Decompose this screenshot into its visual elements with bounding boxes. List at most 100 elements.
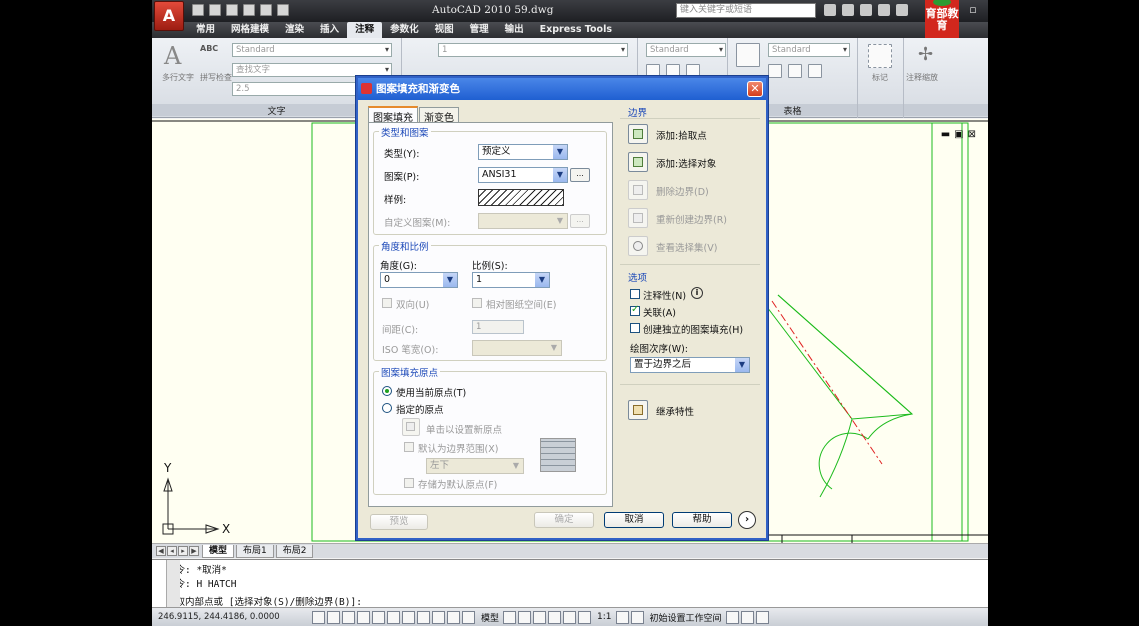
otrack-icon[interactable] <box>402 610 415 624</box>
pattern-browse-button[interactable]: ... <box>570 168 590 182</box>
add-pick-points-button[interactable] <box>628 124 648 144</box>
tab-manage[interactable]: 管理 <box>462 22 497 38</box>
specified-origin-radio[interactable] <box>382 403 392 413</box>
star-icon[interactable] <box>878 4 890 16</box>
table-extract-icon[interactable] <box>808 64 822 78</box>
dyn-icon[interactable] <box>432 610 445 624</box>
custom-browse-button[interactable]: ... <box>570 214 590 228</box>
add-select-objects-button[interactable] <box>628 152 648 172</box>
layout-icon[interactable] <box>503 610 517 624</box>
zoom-icon[interactable] <box>548 610 562 624</box>
restore-icon[interactable]: ▫ <box>966 3 980 17</box>
separate-hatches-checkbox[interactable] <box>630 323 640 333</box>
undo-icon[interactable] <box>243 4 255 16</box>
recreate-boundary-button[interactable] <box>628 208 648 228</box>
showmotion-icon[interactable] <box>578 610 592 624</box>
associative-checkbox[interactable] <box>630 304 640 316</box>
tab-annotate[interactable]: 注释 <box>347 22 383 38</box>
communication-icon[interactable] <box>842 4 854 16</box>
use-current-origin-radio[interactable] <box>382 386 392 396</box>
set-origin-button[interactable] <box>402 418 420 436</box>
search-input[interactable]: 键入关键字或短语 <box>676 3 816 18</box>
pan-icon[interactable] <box>533 610 547 624</box>
table-icon[interactable] <box>736 43 760 67</box>
grid-icon[interactable] <box>327 610 340 624</box>
quickview-icon[interactable] <box>518 610 532 624</box>
application-menu-button[interactable]: A <box>154 1 184 31</box>
tab-view[interactable]: 视图 <box>427 22 462 38</box>
annot-autoscale-icon[interactable] <box>630 610 644 624</box>
help-icon[interactable] <box>896 4 908 16</box>
extent-position-combo[interactable]: 左下 ▼ <box>426 458 524 474</box>
ortho-icon[interactable] <box>342 610 355 624</box>
iso-pen-combo[interactable]: ▼ <box>472 340 562 356</box>
text-style-combo[interactable]: Standard <box>232 43 392 57</box>
close-icon[interactable]: ✕ <box>747 81 763 97</box>
markup-icon[interactable] <box>868 44 892 68</box>
spell-check-icon[interactable]: ABC <box>200 44 218 53</box>
prev-layout-icon[interactable]: ◂ <box>167 546 177 556</box>
tab-model[interactable]: 模型 <box>202 544 235 558</box>
ducs-icon[interactable] <box>417 610 430 624</box>
last-layout-icon[interactable]: ▶ <box>189 546 199 556</box>
preview-button[interactable]: 预览 <box>370 514 428 530</box>
viewport-restore-icon[interactable]: ▣ <box>954 129 963 140</box>
annotative-checkbox[interactable] <box>630 289 640 299</box>
type-combo[interactable]: 预定义 ▼ <box>478 144 568 160</box>
clean-screen-icon[interactable] <box>755 610 769 624</box>
inherit-properties-button[interactable] <box>628 400 648 420</box>
default-extent-checkbox[interactable] <box>404 442 414 452</box>
scale-combo[interactable]: 1 ▼ <box>472 272 550 288</box>
qp-icon[interactable] <box>462 610 475 624</box>
annot-visibility-icon[interactable] <box>615 610 629 624</box>
table-link-icon[interactable] <box>788 64 802 78</box>
tools-icon[interactable] <box>860 4 872 16</box>
store-default-checkbox[interactable] <box>404 478 414 488</box>
polar-icon[interactable] <box>357 610 370 624</box>
dialog-title-bar[interactable]: 图案填充和渐变色 ✕ <box>358 78 766 100</box>
custom-pattern-combo[interactable]: ▼ <box>478 213 568 229</box>
annotation-scale[interactable]: 1:1 <box>597 612 611 622</box>
viewport-minimize-icon[interactable]: ▬ <box>941 129 950 140</box>
cancel-button[interactable]: 取消 <box>604 512 664 528</box>
angle-combo[interactable]: 0 ▼ <box>380 272 458 288</box>
more-options-icon[interactable]: › <box>738 511 756 529</box>
view-selections-button[interactable] <box>628 236 648 256</box>
relative-paper-checkbox[interactable] <box>472 298 482 308</box>
double-checkbox[interactable] <box>382 298 392 308</box>
binoculars-icon[interactable] <box>824 4 836 16</box>
multiline-text-icon[interactable]: A <box>164 42 181 70</box>
tab-insert[interactable]: 插入 <box>312 22 347 38</box>
3dosnap-icon[interactable] <box>387 610 400 624</box>
annotation-scale-icon[interactable]: ✢ <box>918 44 942 68</box>
open-icon[interactable] <box>209 4 221 16</box>
tab-layout1[interactable]: 布局1 <box>236 544 274 558</box>
tab-layout2[interactable]: 布局2 <box>275 544 314 558</box>
hardware-accel-icon[interactable] <box>740 610 754 624</box>
table-cell-icon[interactable] <box>768 64 782 78</box>
spacing-input[interactable]: 1 <box>472 320 524 334</box>
lock-icon[interactable] <box>725 610 739 624</box>
redo-icon[interactable] <box>260 4 272 16</box>
help-button[interactable]: 帮助 <box>672 512 732 528</box>
command-scrollbar[interactable] <box>166 560 180 608</box>
workspace-switch[interactable]: 初始设置工作空间 <box>650 611 722 624</box>
first-layout-icon[interactable]: ◀ <box>156 546 166 556</box>
next-layout-icon[interactable]: ▸ <box>178 546 188 556</box>
tab-mesh[interactable]: 网格建模 <box>223 22 277 38</box>
osnap-icon[interactable] <box>372 610 385 624</box>
dim-style-combo[interactable]: 1 <box>438 43 628 57</box>
steering-wheel-icon[interactable] <box>563 610 577 624</box>
plot-icon[interactable] <box>277 4 289 16</box>
new-icon[interactable] <box>192 4 204 16</box>
table-style-combo[interactable]: Standard <box>768 43 850 57</box>
draw-order-combo[interactable]: 置于边界之后 ▼ <box>630 357 750 373</box>
pattern-combo[interactable]: ANSI31 ▼ <box>478 167 568 183</box>
lineweight-icon[interactable] <box>447 610 460 624</box>
save-icon[interactable] <box>226 4 238 16</box>
tab-render[interactable]: 渲染 <box>277 22 312 38</box>
command-line[interactable]: 命令: *取消* 命令: H HATCH 拾取内部点或 [选择对象(S)/删除边… <box>152 559 988 608</box>
tab-home[interactable]: 常用 <box>188 22 223 38</box>
ok-button[interactable]: 确定 <box>534 512 594 528</box>
tab-parametric[interactable]: 参数化 <box>382 22 427 38</box>
